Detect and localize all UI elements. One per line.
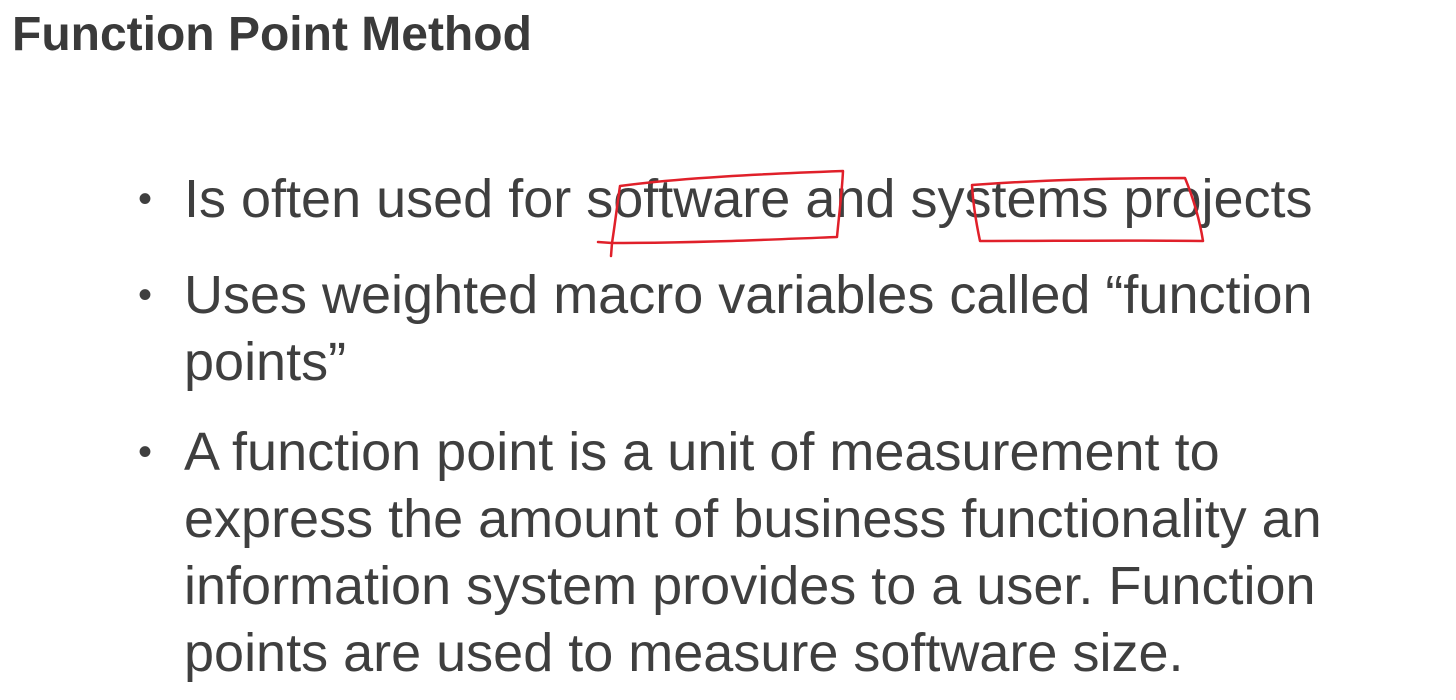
text-segment: and xyxy=(790,169,911,229)
bullet-item: • Is often used for software and systems… xyxy=(138,166,1313,233)
bullet-line: A function point is a unit of measuremen… xyxy=(184,422,1220,482)
bullet-line: information system provides to a user. F… xyxy=(184,556,1316,616)
bullet-item: • A function point is a unit of measurem… xyxy=(138,419,1322,687)
highlighted-word-software: software xyxy=(586,169,791,229)
text-segment: projects xyxy=(1108,169,1313,229)
bullet-dot: • xyxy=(138,177,153,221)
bullet-line: express the amount of business functiona… xyxy=(184,489,1322,549)
bullet-line: points are used to measure software size… xyxy=(184,623,1184,683)
bullet-dot: • xyxy=(138,273,153,317)
bullet-line: Uses weighted macro variables called “fu… xyxy=(184,265,1313,325)
bullet-dot: • xyxy=(138,430,153,474)
bullet-item: • Uses weighted macro variables called “… xyxy=(138,262,1313,396)
bullet-line: points” xyxy=(184,332,347,392)
highlighted-word-systems: systems xyxy=(910,169,1109,229)
text-segment: Is often used for xyxy=(184,169,587,229)
slide-title: Function Point Method xyxy=(12,8,532,61)
slide: Function Point Method • Is often used fo… xyxy=(0,0,1456,700)
bullet-line: Is often used for software and systems p… xyxy=(184,166,1313,233)
